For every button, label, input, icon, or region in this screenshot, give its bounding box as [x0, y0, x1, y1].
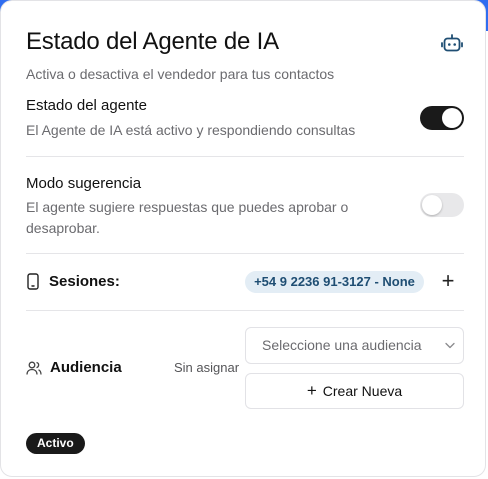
sessions-label: Sesiones:	[49, 273, 120, 290]
chevron-down-icon	[445, 342, 455, 349]
divider	[26, 253, 464, 254]
audience-current-value: Sin asignar	[174, 360, 240, 375]
plus-icon: +	[441, 268, 455, 293]
create-audience-button[interactable]: + Crear Nueva	[245, 373, 464, 409]
card-title: Estado del Agente de IA	[26, 28, 279, 55]
add-session-button[interactable]: +	[438, 269, 458, 293]
audience-select[interactable]: Seleccione una audiencia	[245, 327, 464, 364]
agent-status-description: El Agente de IA está activo y respondien…	[26, 122, 356, 138]
toggle-knob	[442, 108, 462, 128]
robot-icon	[441, 34, 463, 52]
phone-icon	[27, 273, 39, 290]
audience-label: Audiencia	[50, 359, 122, 376]
agent-status-toggle[interactable]	[420, 106, 464, 130]
create-audience-label: Crear Nueva	[322, 383, 403, 399]
agent-status-label: Estado del agente	[26, 97, 147, 114]
card-subtitle: Activa o desactiva el vendedor para tus …	[26, 66, 335, 82]
divider	[26, 310, 464, 311]
suggestion-mode-label: Modo sugerencia	[26, 175, 142, 192]
suggestion-mode-toggle[interactable]	[420, 193, 464, 217]
suggestion-mode-description: El agente sugiere respuestas que puedes …	[26, 199, 349, 236]
status-badge: Activo	[26, 433, 85, 454]
toggle-knob	[422, 195, 442, 215]
session-pill[interactable]: +54 9 2236 91-3127 - None	[245, 271, 424, 293]
ai-agent-status-card: Estado del Agente de IA Activa o desacti…	[0, 0, 486, 477]
plus-icon: +	[306, 381, 317, 400]
audience-select-placeholder: Seleccione una audiencia	[262, 337, 422, 353]
users-icon	[26, 361, 42, 375]
divider	[26, 156, 464, 157]
